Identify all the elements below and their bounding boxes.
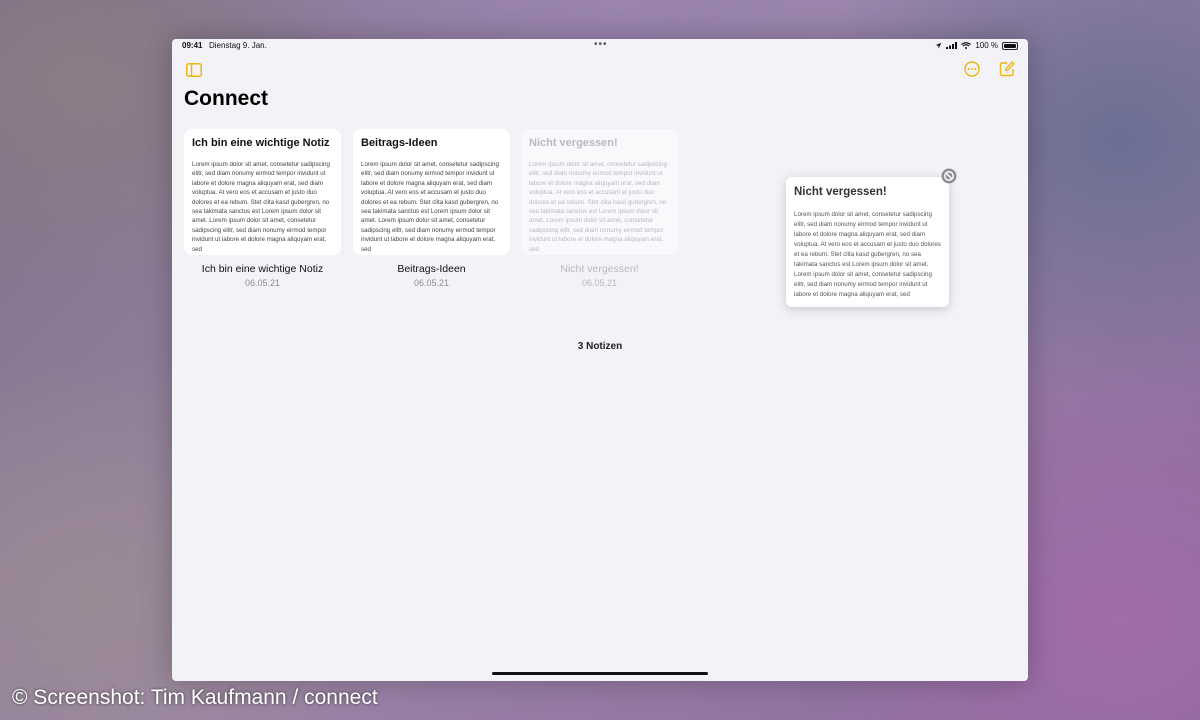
drag-preview-card[interactable]: Nicht vergessen! Lorem ipsum dolor sit a… [786, 177, 949, 307]
note-caption: Ich bin eine wichtige Notiz 06.05.21 [184, 263, 341, 288]
drag-preview-title: Nicht vergessen! [794, 186, 887, 198]
home-indicator[interactable] [492, 672, 708, 675]
compose-icon[interactable] [999, 61, 1015, 77]
note-preview-body: Lorem ipsum dolor sit amet, consetetur s… [192, 161, 330, 253]
cellular-icon [946, 42, 958, 49]
note-date: 06.05.21 [581, 278, 618, 288]
note-caption: Beitrags-Ideen 06.05.21 [353, 263, 510, 288]
status-indicators: 100 % [935, 41, 1018, 50]
note-date: 06.05.21 [413, 278, 450, 288]
status-bar: 09:41 Dienstag 9. Jan. ••• 100 % [172, 39, 1028, 53]
note-preview-title: Beitrags-Ideen [361, 137, 438, 149]
note-preview-title: Ich bin eine wichtige Notiz [192, 137, 330, 149]
ellipsis-circle-icon[interactable] [964, 61, 980, 77]
multitasking-dots[interactable]: ••• [594, 39, 608, 50]
location-icon [936, 42, 942, 49]
note-caption: Nicht vergessen! 06.05.21 [521, 263, 678, 288]
note-preview-body: Lorem ipsum dolor sit amet, consetetur s… [529, 161, 667, 253]
no-drop-icon [941, 168, 957, 184]
note-preview-card[interactable]: Ich bin eine wichtige Notiz Lorem ipsum … [184, 129, 341, 255]
note-preview-card[interactable]: Beitrags-Ideen Lorem ipsum dolor sit ame… [353, 129, 510, 255]
wifi-icon [961, 42, 972, 49]
battery-percentage: 100 % [975, 41, 998, 50]
status-date: Dienstag 9. Jan. [209, 41, 267, 50]
screenshot-credit: © Screenshot: Tim Kaufmann / connect [12, 686, 378, 709]
page-title: Connect [184, 87, 268, 110]
note-date: 06.05.21 [244, 278, 281, 288]
notes-count: 3 Notizen [577, 341, 623, 352]
drag-preview-body: Lorem ipsum dolor sit amet, consetetur s… [794, 211, 941, 298]
note-title: Nicht vergessen! [560, 263, 639, 275]
note-preview-body: Lorem ipsum dolor sit amet, consetetur s… [361, 161, 499, 253]
note-title: Beitrags-Ideen [397, 263, 466, 275]
sidebar-icon[interactable] [186, 63, 202, 77]
note-preview-title: Nicht vergessen! [529, 137, 618, 149]
notes-app-window: 09:41 Dienstag 9. Jan. ••• 100 % Connect… [172, 39, 1028, 681]
battery-icon [1002, 41, 1018, 50]
note-preview-card[interactable]: Nicht vergessen! Lorem ipsum dolor sit a… [521, 129, 678, 255]
note-item[interactable]: Beitrags-Ideen Lorem ipsum dolor sit ame… [353, 129, 510, 288]
note-item-dragging[interactable]: Nicht vergessen! Lorem ipsum dolor sit a… [521, 129, 678, 288]
note-item[interactable]: Ich bin eine wichtige Notiz Lorem ipsum … [184, 129, 341, 288]
note-title: Ich bin eine wichtige Notiz [201, 263, 324, 275]
status-time: 09:41 [182, 41, 203, 50]
